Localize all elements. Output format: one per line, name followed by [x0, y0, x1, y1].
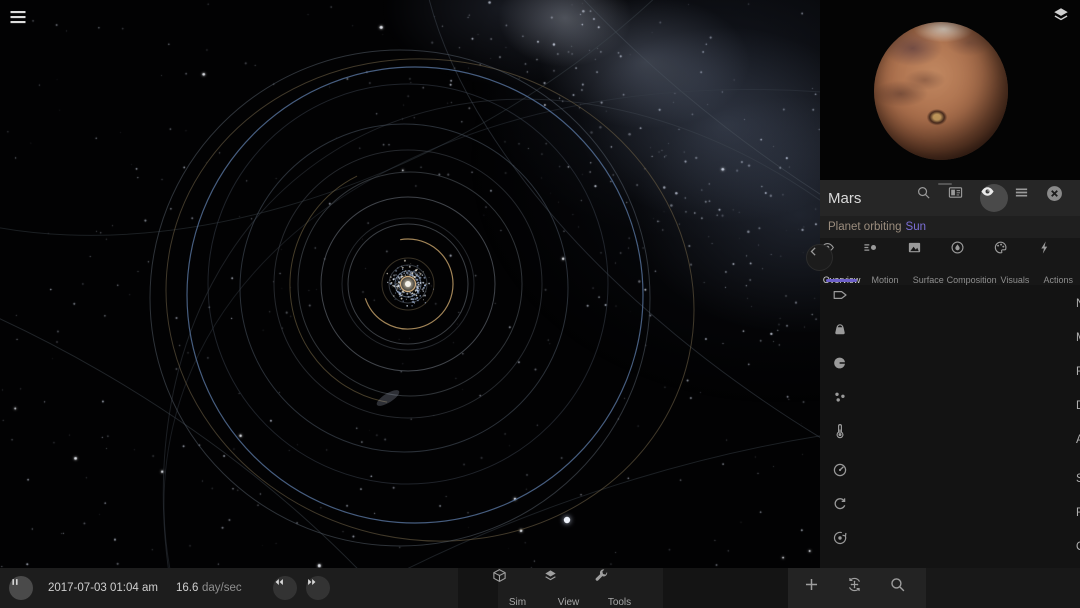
- find-button[interactable]: [889, 576, 913, 600]
- sun-link[interactable]: Sun: [906, 221, 926, 233]
- property-row-radius: Radius 0.532 R EARTH: [820, 355, 1080, 389]
- rows-icon: [1014, 185, 1040, 211]
- search-icon: [916, 185, 942, 211]
- panel-subtitle: Planet orbiting Sun: [820, 216, 1080, 238]
- composition-icon: [950, 240, 993, 272]
- orbit-icon: [832, 530, 1068, 564]
- panel-header: Mars: [820, 180, 1080, 216]
- property-row-rotational-period: Rotational Period 1.03 day: [820, 496, 1080, 530]
- tab-actions[interactable]: Actions: [1037, 238, 1080, 285]
- panel-tabs: Overview Motion Surface Composition Visu…: [820, 238, 1080, 285]
- mars-planet-image: [874, 22, 1008, 160]
- rewind-icon: [273, 576, 297, 600]
- panel-title: Mars: [828, 190, 861, 207]
- add-body-button[interactable]: [803, 576, 827, 600]
- tab-visuals[interactable]: Visuals: [993, 238, 1036, 285]
- property-row-orbital-period: Orbital Period 1.88 year: [820, 530, 1080, 564]
- tab-composition[interactable]: Composition: [950, 238, 993, 285]
- speed-icon: [832, 462, 1068, 496]
- wrench-icon: [594, 568, 645, 596]
- tab-motion[interactable]: Motion: [863, 238, 906, 285]
- menu-sim[interactable]: Sim: [492, 568, 543, 608]
- eye-button[interactable]: [980, 184, 1008, 212]
- hamburger-icon: [8, 7, 30, 29]
- chevron-left-icon: [807, 245, 832, 270]
- sim-datetime[interactable]: 2017-07-03 01:04 am: [48, 568, 158, 608]
- sim-rate-unit: day/sec: [202, 568, 242, 608]
- panel-footer-segment: [926, 568, 1080, 608]
- layers-icon: [1052, 6, 1072, 26]
- menu-tools[interactable]: Tools: [594, 568, 645, 608]
- collapse-panel-button[interactable]: [806, 244, 833, 271]
- space-viewport[interactable]: [0, 0, 820, 568]
- pause-icon: [9, 576, 33, 600]
- thermometer-icon: [832, 423, 1068, 457]
- view-layers-icon: [543, 568, 594, 596]
- mass-icon: [832, 321, 1068, 355]
- orbit-lines: [0, 0, 820, 568]
- bottom-toolbar: 2017-07-03 01:04 am 16.6 day/sec Sim Vie…: [0, 568, 1080, 608]
- subtitle-text: Planet orbiting: [828, 221, 902, 233]
- rotation-icon: [832, 496, 1068, 530]
- eye-icon: [980, 184, 1008, 212]
- menu-view[interactable]: View: [543, 568, 594, 608]
- property-row-speed: Speed 22.6 km/s: [820, 462, 1080, 496]
- property-row-mass: Mass 0.107 M EARTH: [820, 321, 1080, 355]
- plus-icon: [803, 576, 827, 600]
- radius-icon: [832, 355, 1068, 389]
- surface-icon: [907, 240, 950, 272]
- selection-panel: Mars Planet orbiting Sun Overview Motion…: [820, 0, 1080, 608]
- sun-body: [405, 281, 411, 287]
- tag-icon: [832, 287, 1068, 321]
- close-icon: [1046, 185, 1072, 211]
- hamburger-menu-button[interactable]: [8, 7, 30, 29]
- info-panel-button[interactable]: [948, 185, 974, 211]
- property-row-avg-temperature: Avg Temperature -102 °C: [820, 423, 1080, 457]
- info-panel-icon: [948, 185, 974, 211]
- actions-icon: [1037, 240, 1080, 272]
- fast-forward-icon: [306, 576, 330, 600]
- property-row-density: Density 3.93 g/cm³: [820, 389, 1080, 423]
- pause-button[interactable]: [9, 576, 33, 600]
- panel-header-icons: [916, 184, 1080, 212]
- follow-view-button[interactable]: [846, 576, 870, 600]
- follow-icon: [846, 576, 870, 600]
- search-button[interactable]: [916, 185, 942, 211]
- close-button[interactable]: [1046, 185, 1072, 211]
- selected-body-preview[interactable]: [820, 0, 1080, 180]
- density-icon: [832, 389, 1068, 423]
- tab-surface[interactable]: Surface: [907, 238, 950, 285]
- visuals-icon: [993, 240, 1036, 272]
- cube-icon: [492, 568, 543, 596]
- rows-button[interactable]: [1014, 185, 1040, 211]
- drag-handle[interactable]: [938, 183, 952, 185]
- sim-rate-value[interactable]: 16.6: [176, 568, 198, 608]
- property-list: Name Mars Mass 0.107 M EARTH Radius 0.53…: [820, 287, 1080, 608]
- slow-down-button[interactable]: [273, 576, 297, 600]
- universe-sandbox-app: Mars Planet orbiting Sun Overview Motion…: [0, 0, 1080, 608]
- view-layers-button[interactable]: [1052, 6, 1072, 26]
- toolbar-menus: Sim View Tools: [492, 568, 645, 608]
- comet-body: [564, 517, 570, 523]
- search-icon: [889, 576, 913, 600]
- motion-icon: [863, 240, 906, 272]
- property-row-name: Name Mars: [820, 287, 1080, 321]
- speed-up-button[interactable]: [306, 576, 330, 600]
